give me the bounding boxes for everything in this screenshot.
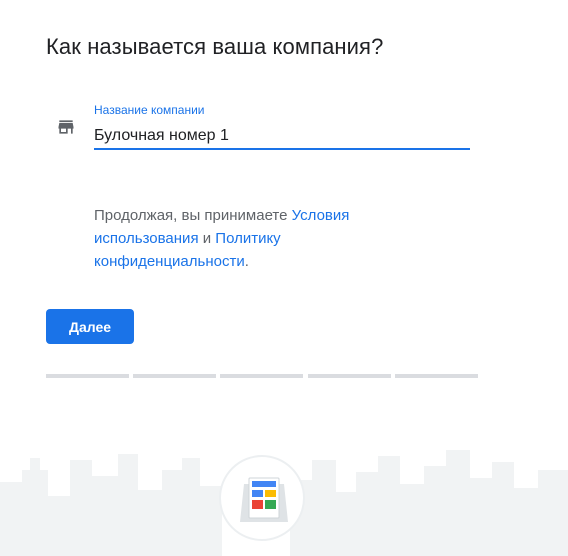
progress-step: [46, 374, 129, 378]
progress-step: [395, 374, 478, 378]
terms-conjunction: и: [198, 230, 216, 247]
terms-text: Продолжая, вы принимаете Условия использ…: [94, 204, 414, 273]
terms-suffix: .: [244, 253, 249, 270]
progress-step: [133, 374, 216, 378]
storefront-sign-icon: [219, 455, 305, 541]
progress-step: [220, 374, 303, 378]
business-name-input[interactable]: [94, 124, 470, 148]
city-skyline-illustration: [0, 450, 568, 556]
input-underline: [94, 148, 470, 150]
next-button[interactable]: Далее: [46, 309, 134, 344]
business-name-label: Название компании: [94, 103, 205, 117]
terms-prefix: Продолжая, вы принимаете: [94, 207, 292, 224]
progress-step: [308, 374, 391, 378]
store-icon: [58, 120, 74, 134]
page-title: Как называется ваша компания?: [46, 34, 384, 59]
